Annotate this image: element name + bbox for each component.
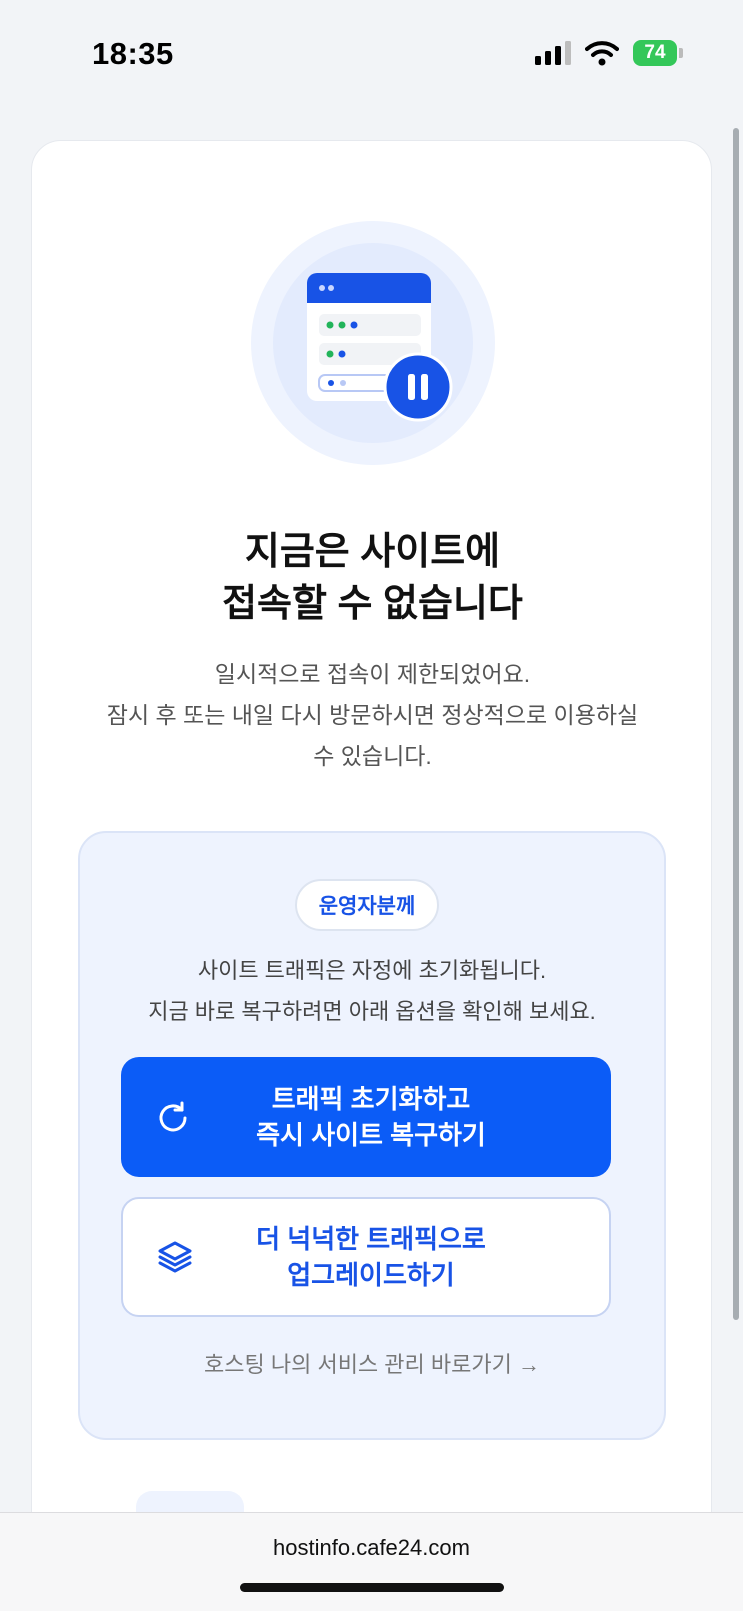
hero-illustration bbox=[251, 221, 495, 465]
address-bar[interactable]: hostinfo.cafe24.com bbox=[0, 1535, 743, 1561]
home-indicator[interactable] bbox=[240, 1583, 504, 1592]
signal-icon bbox=[535, 41, 571, 65]
operator-description: 사이트 트래픽은 자정에 초기화됩니다. 지금 바로 복구하려면 아래 옵션을 … bbox=[148, 958, 596, 1024]
upgrade-traffic-button[interactable]: 더 넉넉한 트래픽으로 업그레이드하기 bbox=[121, 1197, 611, 1317]
operator-badge: 운영자분께 bbox=[295, 879, 439, 931]
hosting-manage-link[interactable]: 호스팅 나의 서비스 관리 바로가기 → bbox=[80, 1347, 664, 1379]
notice-card: 지금은 사이트에 접속할 수 없습니다 일시적으로 접속이 제한되었어요. 잠시… bbox=[31, 140, 712, 1611]
battery-level: 74 bbox=[633, 40, 677, 66]
reset-traffic-button[interactable]: 트래픽 초기화하고 즉시 사이트 복구하기 bbox=[121, 1057, 611, 1177]
paused-browser-window-icon bbox=[307, 273, 453, 422]
scroll-indicator[interactable] bbox=[733, 128, 739, 1320]
operator-panel: 운영자분께 사이트 트래픽은 자정에 초기화됩니다. 지금 바로 복구하려면 아… bbox=[78, 831, 666, 1440]
wifi-icon bbox=[585, 41, 619, 66]
page-description: 일시적으로 접속이 제한되었어요. 잠시 후 또는 내일 다시 방문하시면 정상… bbox=[106, 661, 639, 769]
page-title: 지금은 사이트에 접속할 수 없습니다 bbox=[222, 531, 523, 625]
status-time: 18:35 bbox=[92, 36, 174, 71]
status-bar: 18:35 74 bbox=[0, 0, 743, 110]
status-icons: 74 bbox=[535, 40, 683, 66]
browser-bottom-bar: hostinfo.cafe24.com bbox=[0, 1512, 743, 1611]
refresh-icon bbox=[159, 1101, 187, 1132]
battery-charging-icon: 74 bbox=[633, 40, 683, 66]
layers-icon bbox=[158, 1241, 192, 1273]
